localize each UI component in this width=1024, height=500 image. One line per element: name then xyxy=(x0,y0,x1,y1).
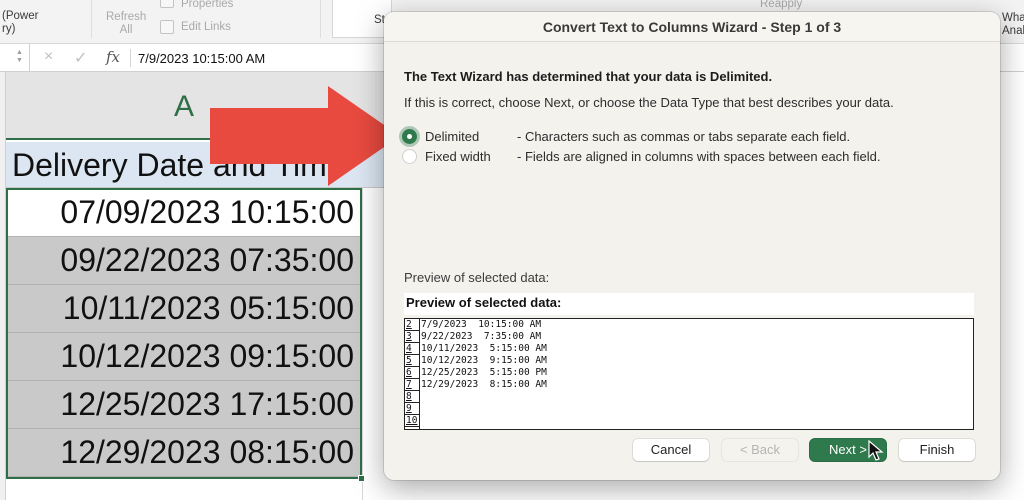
option-fixed-width-description: - Fields are aligned in columns with spa… xyxy=(517,148,881,164)
fill-handle[interactable] xyxy=(358,475,365,482)
red-arrow-annotation xyxy=(210,86,400,186)
cell-value: 07/09/2023 10:15:00 xyxy=(60,194,354,230)
option-fixed-width-label: Fixed width xyxy=(425,148,491,164)
preview-row: 8 xyxy=(405,391,973,403)
mouse-pointer-icon xyxy=(868,440,884,461)
preview-row-number: 9 xyxy=(405,403,420,415)
cell-value: 09/22/2023 07:35:00 xyxy=(60,242,354,278)
power-query-label[interactable]: (Power ry) xyxy=(2,10,38,36)
cell-value: 10/11/2023 05:15:00 xyxy=(62,290,354,326)
reapply-button[interactable]: Reapply xyxy=(760,0,802,11)
preview-row-value: 7/9/2023 10:15:00 AM xyxy=(421,319,542,330)
dialog-instructions: If this is correct, choose Next, or choo… xyxy=(404,95,894,110)
refresh-all-button[interactable]: Refresh All xyxy=(106,11,146,37)
cell-value: 12/25/2023 17:15:00 xyxy=(60,386,354,422)
power-query-label-line2: ry) xyxy=(2,23,16,35)
preview-row: 9 xyxy=(405,403,973,415)
insert-function-icon[interactable]: fx xyxy=(106,48,120,66)
finish-button[interactable]: Finish xyxy=(899,439,975,461)
column-gridline xyxy=(362,188,363,500)
cell-a2[interactable]: 07/09/2023 10:15:00 xyxy=(6,189,362,237)
preview-row: 2 7/9/2023 10:15:00 AM xyxy=(405,319,973,331)
preview-row-number: 6 xyxy=(405,367,420,379)
power-query-label-line1: (Power xyxy=(2,10,39,22)
preview-row-number: 10 xyxy=(405,415,420,427)
radio-fixed-width[interactable] xyxy=(402,148,417,164)
option-delimited-label: Delimited xyxy=(425,128,480,144)
what-if-label-line1: What-If xyxy=(1002,12,1024,24)
preview-row-value: 10/11/2023 5:15:00 AM xyxy=(421,343,547,354)
preview-row-value: 12/29/2023 8:15:00 AM xyxy=(421,379,547,390)
preview-row: 6 12/25/2023 5:15:00 PM xyxy=(405,367,973,379)
preview-row-number-stub xyxy=(405,427,420,429)
option-fixed-width[interactable]: Fixed width - Fields are aligned in colu… xyxy=(402,146,880,166)
cell-a5[interactable]: 10/12/2023 09:15:00 xyxy=(6,333,362,381)
cell-a4[interactable]: 10/11/2023 05:15:00 xyxy=(6,285,362,333)
preview-label: Preview of selected data: xyxy=(404,270,550,285)
preview-row: 5 10/12/2023 9:15:00 AM xyxy=(405,355,973,367)
preview-header: Preview of selected data: xyxy=(404,293,974,315)
cancel-button[interactable]: Cancel xyxy=(633,439,709,461)
preview-pane[interactable]: 2 7/9/2023 10:15:00 AM 3 9/22/2023 7:35:00… xyxy=(404,318,974,430)
dialog-heading: The Text Wizard has determined that your… xyxy=(404,69,773,84)
cell-a6[interactable]: 12/25/2023 17:15:00 xyxy=(6,381,362,429)
preview-row-number: 7 xyxy=(405,379,420,391)
preview-row-number: 8 xyxy=(405,391,420,403)
ribbon-divider xyxy=(91,0,92,38)
what-if-label-line2: Analysis xyxy=(1002,25,1024,37)
edit-links-button[interactable]: Edit Links xyxy=(181,21,231,34)
cancel-formula-icon[interactable]: × xyxy=(44,48,53,66)
properties-button[interactable]: Properties xyxy=(181,0,233,11)
arrow-shape xyxy=(210,86,400,186)
refresh-all-label-line1: Refresh xyxy=(106,11,147,23)
text-to-columns-dialog: Convert Text to Columns Wizard - Step 1 … xyxy=(384,12,1000,480)
formula-input[interactable]: 7/9/2023 10:15:00 AM xyxy=(138,51,265,66)
preview-row: 3 9/22/2023 7:35:00 AM xyxy=(405,331,973,343)
edit-links-icon xyxy=(160,20,174,34)
confirm-formula-icon[interactable]: ✓ xyxy=(74,48,87,68)
preview-row-number: 2 xyxy=(405,319,420,331)
back-button[interactable]: < Back xyxy=(722,439,798,461)
cell-a3[interactable]: 09/22/2023 07:35:00 xyxy=(6,237,362,285)
preview-row-value: 10/12/2023 9:15:00 AM xyxy=(421,355,547,366)
preview-row-number: 5 xyxy=(405,355,420,367)
what-if-analysis-button[interactable]: What-If Analysis xyxy=(1002,12,1024,38)
ribbon-divider xyxy=(320,0,321,38)
preview-row: 10 xyxy=(405,415,973,427)
excel-window: (Power ry) Refresh All Properties Edit L… xyxy=(0,0,1024,500)
name-box[interactable]: ▲ ▼ xyxy=(0,44,30,71)
preview-row-value: 9/22/2023 7:35:00 AM xyxy=(421,331,542,342)
radio-delimited[interactable] xyxy=(402,128,417,144)
name-box-stepper-icon[interactable]: ▲ ▼ xyxy=(16,49,23,65)
cell-value: 10/12/2023 09:15:00 xyxy=(60,338,354,374)
preview-title: Preview of selected data: xyxy=(406,295,562,310)
option-delimited-description: - Characters such as commas or tabs sepa… xyxy=(517,128,851,144)
refresh-all-label-line2: All xyxy=(119,24,133,36)
dialog-title: Convert Text to Columns Wizard - Step 1 … xyxy=(384,12,1000,42)
cell-a7[interactable]: 12/29/2023 08:15:00 xyxy=(6,429,362,477)
preview-row-number: 4 xyxy=(405,343,420,355)
preview-row: 7 12/29/2023 8:15:00 AM xyxy=(405,379,973,391)
formula-bar-divider xyxy=(130,49,131,67)
preview-row-number: 3 xyxy=(405,331,420,343)
preview-row: 4 10/11/2023 5:15:00 AM xyxy=(405,343,973,355)
option-delimited[interactable]: Delimited - Characters such as commas or… xyxy=(402,126,850,146)
cell-value: 12/29/2023 08:15:00 xyxy=(60,434,354,470)
preview-row-value: 12/25/2023 5:15:00 PM xyxy=(421,367,547,378)
properties-icon xyxy=(160,0,174,8)
